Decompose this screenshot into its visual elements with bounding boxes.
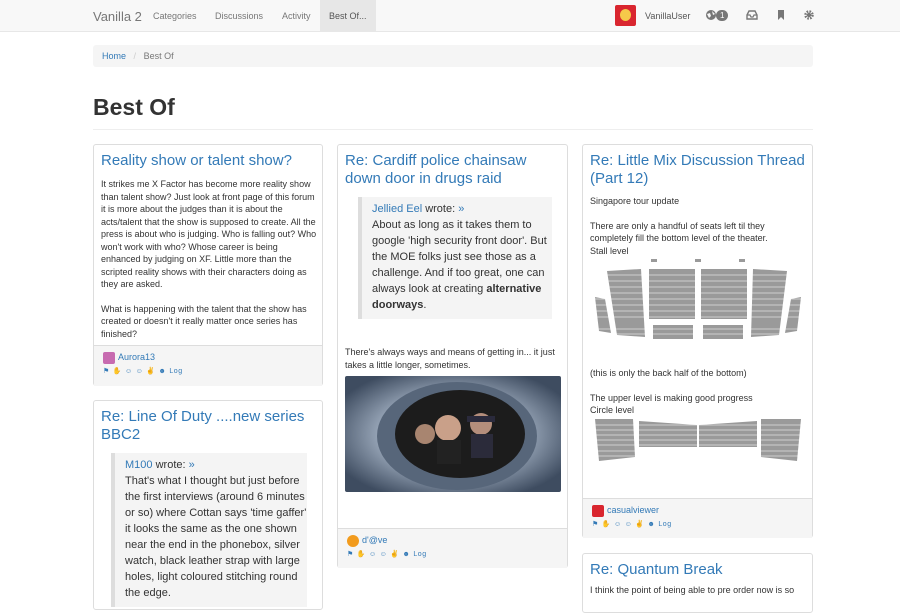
nav-discussions[interactable]: Discussions [215, 0, 263, 32]
flag-icon[interactable]: ⚑ [592, 521, 599, 528]
post-card-little-mix: Re: Little Mix Discussion Thread (Part 1… [582, 144, 813, 538]
like-icon[interactable]: ✋ [602, 521, 611, 528]
quote-end: . [423, 299, 427, 311]
post-paragraph: Stall level [590, 245, 629, 256]
post-paragraph: Circle level [590, 405, 635, 415]
quote-jump-link[interactable]: » [458, 203, 464, 215]
smile-icon[interactable]: ☺ [625, 521, 633, 528]
post-footer: d'@ve ⚑ ✋ ☺ ☺ ✌ ☻ Log [338, 528, 567, 568]
quote-text: That's what I thought but just before th… [125, 475, 307, 599]
nav-activity[interactable]: Activity [282, 0, 311, 32]
author-name[interactable]: d'@ve [362, 535, 387, 545]
smile-icon[interactable]: ☺ [136, 368, 144, 375]
quote-author[interactable]: Jellied Eel [372, 203, 422, 215]
reaction-bar: ⚑ ✋ ☺ ☺ ✌ ☻ Log [347, 550, 427, 558]
author-avatar[interactable] [103, 351, 115, 364]
post-paragraph: It strikes me X Factor has become more r… [101, 179, 317, 289]
author-name[interactable]: Aurora13 [118, 352, 155, 362]
title-divider [93, 129, 813, 130]
post-title[interactable]: Re: Quantum Break [590, 561, 723, 578]
post-title[interactable]: Re: Cardiff police chainsaw down door in… [345, 152, 526, 187]
post-body-lower: (this is only the back half of the botto… [590, 367, 806, 417]
reaction-bar: ⚑ ✋ ☺ ☺ ✌ ☻ Log [592, 520, 672, 528]
post-footer: casualviewer ⚑ ✋ ☺ ☺ ✌ ☻ Log [583, 498, 812, 538]
wtf-icon[interactable]: ☻ [648, 521, 656, 528]
wtf-icon[interactable]: ☻ [403, 551, 411, 558]
post-footer: Aurora13 ⚑ ✋ ☺ ☺ ✌ ☻ Log [94, 345, 322, 386]
log-link[interactable]: Log [413, 551, 426, 558]
bookmark-icon[interactable] [775, 9, 787, 21]
post-title[interactable]: Re: Little Mix Discussion Thread (Part 1… [590, 152, 805, 187]
post-body: It strikes me X Factor has become more r… [101, 178, 317, 340]
gear-icon[interactable] [803, 9, 815, 21]
quote-block: Jellied Eel wrote: » About as long as it… [358, 197, 552, 319]
log-link[interactable]: Log [169, 368, 182, 375]
post-card-reality-show: Reality show or talent show? It strikes … [93, 144, 323, 386]
lol-icon[interactable]: ☺ [614, 521, 622, 528]
quote-block: M100 wrote: » That's what I thought but … [111, 453, 307, 607]
notification-badge[interactable]: 1 [716, 10, 729, 21]
like-icon[interactable]: ✋ [113, 368, 122, 375]
author-avatar[interactable] [592, 504, 604, 517]
seating-chart-stall-image[interactable] [593, 257, 803, 355]
quote-wrote: wrote: [155, 459, 186, 471]
inbox-icon[interactable] [746, 9, 758, 21]
post-title[interactable]: Re: Line Of Duty ....new series BBC2 [101, 408, 304, 443]
post-paragraph: The upper level is making good progress [590, 392, 753, 403]
flag-icon[interactable]: ⚑ [103, 368, 110, 375]
thumbs-up-icon[interactable]: ✌ [390, 551, 399, 558]
breadcrumb: Home / Best Of [93, 45, 813, 67]
brand-logo[interactable]: Vanilla 2 [93, 9, 142, 24]
post-body: Singapore tour update There are only a h… [590, 195, 806, 257]
seating-chart-circle-image[interactable] [593, 417, 803, 463]
post-card-line-of-duty: Re: Line Of Duty ....new series BBC2 M10… [93, 400, 323, 610]
quote-wrote: wrote: [425, 203, 456, 215]
post-paragraph: (this is only the back half of the botto… [590, 368, 747, 378]
like-icon[interactable]: ✋ [357, 551, 366, 558]
smile-icon[interactable]: ☺ [380, 551, 388, 558]
post-paragraph: There's always ways and means of getting… [345, 347, 555, 370]
quote-jump-link[interactable]: » [189, 459, 195, 471]
post-paragraph: I think the point of being able to pre o… [590, 585, 795, 595]
thumbs-up-icon[interactable]: ✌ [635, 521, 644, 528]
post-card-quantum-break: Re: Quantum Break I think the point of b… [582, 553, 813, 613]
post-paragraph: Singapore tour update [590, 196, 680, 206]
quote-author[interactable]: M100 [125, 459, 153, 471]
log-link[interactable]: Log [658, 521, 671, 528]
lol-icon[interactable]: ☺ [125, 368, 133, 375]
author-name[interactable]: casualviewer [607, 505, 659, 515]
nav-best-of[interactable]: Best Of... [320, 0, 376, 32]
top-navbar: Vanilla 2 Categories Discussions Activit… [0, 0, 900, 32]
breadcrumb-current: Best Of [143, 51, 174, 61]
author-avatar[interactable] [347, 534, 359, 547]
lol-icon[interactable]: ☺ [369, 551, 377, 558]
user-avatar[interactable] [615, 5, 636, 26]
post-paragraph: What is happening with the talent that t… [101, 303, 307, 339]
post-card-cardiff: Re: Cardiff police chainsaw down door in… [337, 144, 568, 568]
quote-text: About as long as it takes them to google… [372, 217, 552, 313]
flag-icon[interactable]: ⚑ [347, 551, 354, 558]
post-title[interactable]: Reality show or talent show? [101, 152, 292, 169]
user-name[interactable]: VanillaUser [645, 11, 690, 21]
reaction-bar: ⚑ ✋ ☺ ☺ ✌ ☻ Log [103, 367, 183, 375]
page-title: Best Of [93, 94, 175, 120]
post-image-pipe[interactable] [345, 376, 561, 492]
breadcrumb-separator: / [133, 51, 137, 61]
wtf-icon[interactable]: ☻ [159, 368, 167, 375]
breadcrumb-home[interactable]: Home [102, 51, 126, 61]
post-paragraph: There are only a handful of seats left t… [590, 220, 768, 244]
nav-categories[interactable]: Categories [153, 0, 197, 32]
thumbs-up-icon[interactable]: ✌ [146, 368, 155, 375]
